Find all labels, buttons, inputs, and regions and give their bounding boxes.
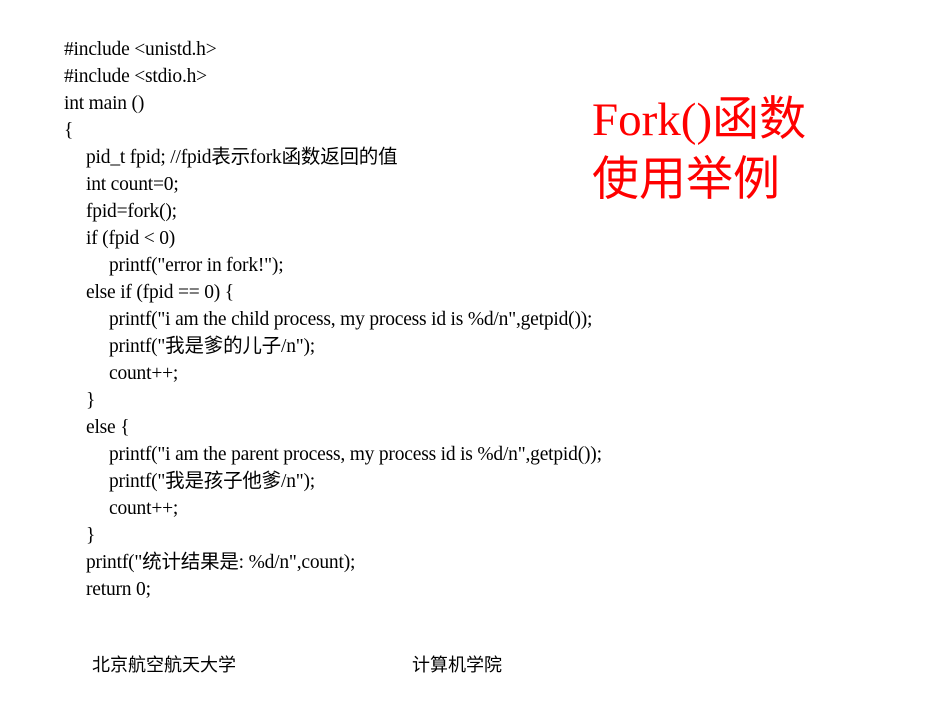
code-line: printf("我是孩子他爹/n"); <box>109 471 316 492</box>
code-line: printf("i am the child process, my proce… <box>109 309 593 330</box>
code-line: return 0; <box>86 579 151 600</box>
code-line: count++; <box>109 363 179 384</box>
code-line: if (fpid < 0) <box>86 228 176 249</box>
footer-university: 北京航空航天大学 <box>92 655 236 675</box>
code-line: else if (fpid == 0) { <box>86 282 234 303</box>
code-line: } <box>86 525 96 546</box>
slide: #include <unistd.h> #include <stdio.h> i… <box>0 0 952 705</box>
code-line: printf("我是爹的儿子/n"); <box>109 336 316 357</box>
slide-title-line-2: 使用举例 <box>592 154 780 206</box>
footer-school: 计算机学院 <box>412 655 502 675</box>
code-line: } <box>86 390 96 411</box>
code-line: count++; <box>109 498 179 519</box>
code-line: #include <stdio.h> <box>64 66 207 87</box>
code-line: else { <box>86 417 130 438</box>
code-line: printf("error in fork!"); <box>109 255 284 276</box>
slide-title: Fork()函数 使用举例 <box>592 90 922 210</box>
code-line: printf("i am the parent process, my proc… <box>109 444 602 465</box>
slide-title-line-1: Fork()函数 <box>592 94 807 146</box>
code-line: printf("统计结果是: %d/n",count); <box>86 552 356 573</box>
code-line: #include <unistd.h> <box>64 39 217 60</box>
